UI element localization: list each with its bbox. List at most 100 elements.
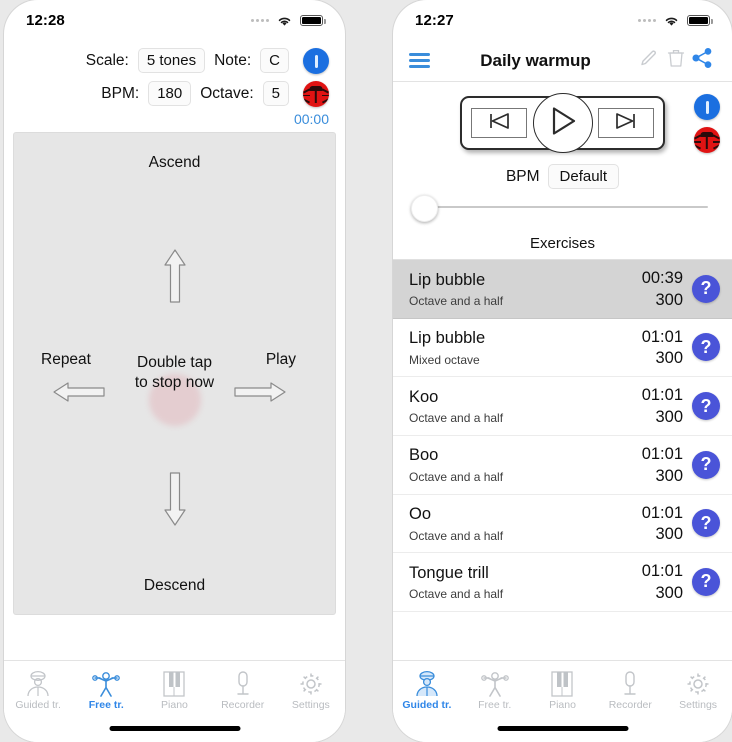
tab-recorder[interactable]: Recorder [209, 667, 277, 711]
exercise-metrics: 01:01 300 [642, 503, 683, 545]
exercise-subtitle: Mixed octave [409, 352, 480, 367]
skip-next-icon[interactable] [613, 112, 639, 135]
phone-mockup-right: 12:27 Daily warmup BPM Default Exercises… [393, 0, 732, 742]
note-label: Note: [214, 51, 252, 69]
exercise-count: 300 [655, 466, 683, 485]
exercise-subtitle: Octave and a half [409, 411, 504, 426]
exercise-metrics: 01:01 300 [642, 561, 683, 603]
tab-label: Guided tr. [402, 699, 452, 711]
help-icon[interactable]: ? [692, 392, 720, 421]
arrow-left-icon[interactable] [52, 380, 106, 409]
help-icon[interactable]: ? [692, 567, 720, 596]
bpm-value-field[interactable]: 180 [148, 81, 192, 106]
share-icon[interactable] [692, 48, 713, 73]
ladybug-icon[interactable] [303, 80, 329, 107]
tab-label: Recorder [608, 699, 652, 711]
trash-icon[interactable] [667, 48, 685, 73]
hamburger-menu-icon[interactable] [409, 53, 430, 68]
play-icon[interactable] [549, 106, 577, 141]
status-bar-time: 12:28 [26, 11, 65, 29]
arrow-right-icon[interactable] [233, 380, 287, 409]
microphone-icon [230, 667, 256, 697]
slider-track [421, 206, 708, 208]
bpm-row: BPM Default [393, 164, 732, 189]
exercise-count: 300 [655, 583, 683, 602]
table-row[interactable]: Oo Octave and a half 01:01 300 ? [393, 495, 732, 554]
tab-settings[interactable]: Settings [664, 667, 732, 711]
screenshot-stage: 12:28 Scale: 5 tones Note: C BPM: 180 Oc… [0, 0, 732, 742]
skip-previous-icon[interactable] [486, 112, 512, 135]
exercise-subtitle: Octave and a half [409, 294, 504, 309]
descend-label: Descend [143, 577, 206, 594]
exercise-duration: 01:01 [641, 327, 683, 346]
table-row[interactable]: Lip bubble Octave and a half 00:39 300 ? [393, 260, 732, 319]
tab-label: Recorder [221, 699, 265, 711]
scale-value-field[interactable]: 5 tones [137, 48, 206, 73]
exercise-name: Tongue trill [409, 563, 489, 582]
info-button-left[interactable] [301, 47, 331, 74]
exercise-name: Oo [409, 505, 432, 523]
home-indicator [497, 726, 628, 731]
tab-free-training[interactable]: Free tr. [461, 667, 529, 711]
help-icon[interactable]: ? [692, 450, 720, 479]
octave-value-field[interactable]: 5 [262, 81, 289, 106]
tab-bar-right: Guided tr. Free tr. Piano Recorder Setti… [393, 660, 732, 742]
slider-thumb[interactable] [411, 195, 438, 222]
tab-settings[interactable]: Settings [277, 667, 345, 711]
note-value-field[interactable]: C [260, 48, 289, 73]
bpm-label: BPM [505, 167, 540, 185]
info-icon[interactable] [694, 94, 720, 120]
scale-note-row: Scale: 5 tones Note: C [18, 44, 331, 77]
exercise-metrics: 01:01 300 [642, 385, 683, 427]
teacher-icon [23, 667, 53, 697]
next-button[interactable] [598, 108, 654, 138]
tab-piano[interactable]: Piano [529, 667, 597, 711]
tab-recorder[interactable]: Recorder [596, 667, 664, 711]
pencil-edit-icon[interactable] [639, 48, 659, 73]
tab-guided-training[interactable]: Guided tr. [393, 667, 461, 711]
signal-dots-icon [251, 18, 269, 22]
microphone-icon [617, 667, 643, 697]
wifi-icon [276, 14, 293, 27]
bug-report-button-left[interactable] [301, 80, 331, 107]
help-icon[interactable]: ? [692, 274, 720, 303]
exercise-duration: 01:01 [641, 444, 683, 463]
edit-button[interactable] [635, 48, 662, 73]
exercise-subtitle: Octave and a half [409, 587, 504, 602]
previous-button[interactable] [471, 108, 527, 138]
exercise-count: 300 [655, 525, 683, 544]
help-icon[interactable]: ? [692, 509, 720, 538]
tab-piano[interactable]: Piano [140, 667, 208, 711]
tab-label: Piano [161, 699, 188, 711]
table-row[interactable]: Tongue trill Octave and a half 01:01 300… [393, 553, 732, 612]
session-timer: 00:00 [293, 111, 329, 127]
scale-label: Scale: [85, 51, 129, 69]
arrow-up-icon[interactable] [162, 248, 188, 309]
table-row[interactable]: Koo Octave and a half 01:01 300 ? [393, 377, 732, 436]
exercise-text-block: Tongue trill Octave and a half [409, 563, 642, 602]
transport-bar [460, 93, 665, 153]
table-row[interactable]: Lip bubble Mixed octave 01:01 300 ? [393, 319, 732, 378]
exercise-duration: 00:39 [641, 269, 683, 287]
exercise-metrics: 00:39 300 [642, 268, 683, 310]
exercise-list: Lip bubble Octave and a half 00:39 300 ?… [393, 259, 732, 612]
wifi-icon [663, 14, 680, 27]
arrow-down-icon[interactable] [162, 471, 188, 532]
playback-controls [393, 82, 732, 153]
tab-guided-training[interactable]: Guided tr. [4, 667, 72, 711]
ladybug-icon[interactable] [694, 127, 720, 153]
bpm-value-field[interactable]: Default [547, 164, 620, 189]
table-row[interactable]: Boo Octave and a half 01:01 300 ? [393, 436, 732, 495]
info-icon[interactable] [303, 47, 329, 74]
gear-icon [684, 667, 712, 697]
delete-button[interactable] [662, 48, 689, 73]
exercise-metrics: 01:01 300 [642, 444, 683, 486]
octave-label: Octave: [200, 84, 254, 102]
free-training-pad[interactable]: Ascend Repeat Play Double tap to stop no… [13, 132, 336, 615]
help-icon[interactable]: ? [692, 333, 720, 362]
volume-slider[interactable] [393, 189, 732, 232]
share-button[interactable] [689, 48, 716, 73]
tab-label: Settings [679, 699, 718, 711]
play-button[interactable] [532, 93, 593, 153]
tab-free-training[interactable]: Free tr. [72, 667, 140, 711]
